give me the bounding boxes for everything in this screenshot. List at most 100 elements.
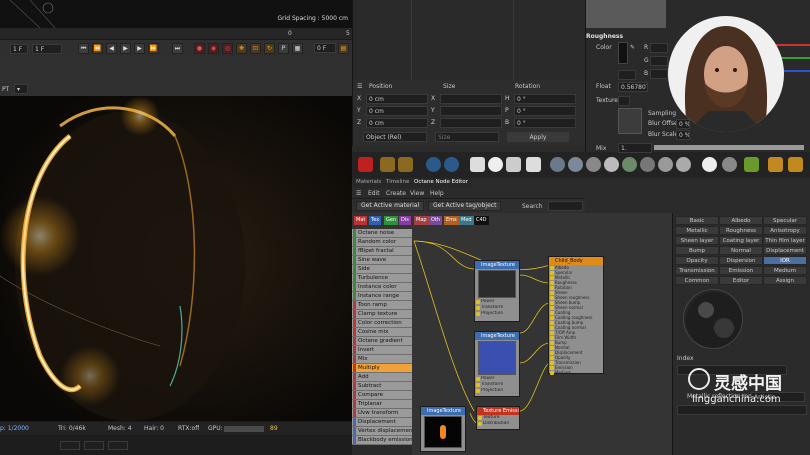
material-sphere-icon[interactable] <box>676 157 691 172</box>
material-node[interactable]: Child_Body Albedo Specular Metallic Roughne… <box>548 256 604 375</box>
timeline-ruler[interactable]: 0 5 <box>0 28 352 40</box>
category-tab-mat[interactable]: Mat <box>354 216 368 225</box>
channel-button[interactable]: Albedo <box>719 216 763 225</box>
blur-scale-field[interactable]: 0 % <box>676 130 690 140</box>
scatter-icon[interactable] <box>744 157 759 172</box>
palette-item[interactable]: Subtract <box>352 382 412 391</box>
channel-button[interactable]: Basic <box>675 216 719 225</box>
g-value-field[interactable] <box>650 56 668 66</box>
area-light-icon[interactable] <box>470 157 485 172</box>
film-icon[interactable]: ▤ <box>338 43 349 54</box>
palette-item[interactable]: Octane noise <box>352 229 412 238</box>
fog-icon[interactable] <box>788 157 803 172</box>
mix-value-field[interactable]: 1. <box>618 143 652 153</box>
tab-node-editor[interactable]: Octane Node Editor <box>414 179 468 185</box>
step-forward-icon[interactable]: ▶ <box>134 43 145 54</box>
menu-help[interactable]: Help <box>430 190 444 197</box>
channel-button[interactable]: Metallic <box>675 226 719 235</box>
menu-icon[interactable]: ☰ <box>356 190 361 197</box>
param-key-icon[interactable]: P <box>278 43 289 54</box>
material-sphere-icon[interactable] <box>622 157 637 172</box>
palette-item[interactable]: Instance color <box>352 283 412 292</box>
palette-item[interactable]: Sine wave <box>352 256 412 265</box>
channel-button[interactable]: Emission <box>719 266 763 275</box>
menu-edit[interactable]: Edit <box>368 190 380 197</box>
palette-item[interactable]: Clamp texture <box>352 310 412 319</box>
position-y-field[interactable]: 0 cm <box>366 105 428 116</box>
half-sphere-icon[interactable] <box>426 157 441 172</box>
spot-light-icon[interactable] <box>506 157 521 172</box>
channel-button[interactable]: Opacity <box>675 256 719 265</box>
mix-slider[interactable] <box>654 145 804 150</box>
material-sphere-icon[interactable] <box>586 157 601 172</box>
color-mode-dropdown[interactable] <box>618 70 636 80</box>
float-value-field[interactable]: 0.567807 <box>618 82 648 92</box>
channel-button[interactable]: Normal <box>719 246 763 255</box>
menu-view[interactable]: View <box>410 190 424 197</box>
top-viewport[interactable]: Grid Spacing : 5000 cm <box>0 0 352 28</box>
category-tab-ems[interactable]: Ems <box>444 216 459 225</box>
frame-start-field[interactable]: 1 F <box>10 44 28 54</box>
step-back-icon[interactable]: ◀ <box>106 43 117 54</box>
palette-item[interactable]: Triplanar <box>352 400 412 409</box>
palette-item[interactable]: Random color <box>352 238 412 247</box>
channel-button[interactable]: Coating layer <box>719 236 763 245</box>
half-sphere-icon[interactable] <box>444 157 459 172</box>
palette-item[interactable]: Turbulence <box>352 274 412 283</box>
tab-timeline[interactable]: Timeline <box>386 179 409 185</box>
go-start-icon[interactable]: ⏮ <box>78 43 89 54</box>
search-input[interactable] <box>548 201 583 211</box>
channel-button[interactable]: Roughness <box>719 226 763 235</box>
palette-item[interactable]: Displacement <box>352 418 412 427</box>
palette-item[interactable]: Mix <box>352 355 412 364</box>
palette-item[interactable]: fBipet fractal <box>352 247 412 256</box>
channel-button[interactable]: IOR <box>763 256 807 265</box>
channel-button[interactable]: Editor <box>719 276 763 285</box>
texture-emission-node[interactable]: Texture Emissi Texture Distribution <box>476 406 520 430</box>
material-sphere-icon[interactable] <box>550 157 565 172</box>
bottom-field[interactable] <box>60 441 80 450</box>
material-sphere-icon[interactable] <box>658 157 673 172</box>
pla-key-icon[interactable]: ▦ <box>292 43 303 54</box>
material-sphere-icon[interactable] <box>640 157 655 172</box>
size-y-field[interactable] <box>440 105 502 116</box>
coord-mode-dropdown[interactable]: Object (Rel) <box>363 131 427 142</box>
category-tab-gen[interactable]: Gen <box>384 216 399 225</box>
texture-thumbnail[interactable] <box>618 108 642 134</box>
frame-current-field[interactable]: 1 F <box>32 44 62 54</box>
material-sphere-icon[interactable] <box>722 157 737 172</box>
palette-item[interactable]: Toon ramp <box>352 301 412 310</box>
bottom-field[interactable] <box>84 441 104 450</box>
palette-item[interactable]: Side <box>352 265 412 274</box>
rotate-key-icon[interactable]: ↻ <box>264 43 275 54</box>
render-icon[interactable] <box>358 157 373 172</box>
get-active-material-button[interactable]: Get Active material <box>356 201 425 211</box>
channel-button[interactable]: Thin film layer <box>763 236 807 245</box>
palette-item[interactable]: Invert <box>352 346 412 355</box>
ies-light-icon[interactable] <box>526 157 541 172</box>
channel-button[interactable]: Specular <box>763 216 807 225</box>
play-icon[interactable]: ▶ <box>120 43 131 54</box>
sun-icon[interactable] <box>398 157 413 172</box>
view-mode-dropdown[interactable]: ▾ <box>14 84 28 94</box>
r-value-field[interactable] <box>650 43 668 53</box>
color-swatch[interactable] <box>618 42 628 64</box>
palette-item[interactable]: Multiply <box>352 364 412 373</box>
palette-item[interactable]: Octane gradient <box>352 337 412 346</box>
palette-item[interactable]: Uvw transform <box>352 409 412 418</box>
render-viewport[interactable] <box>0 96 352 421</box>
node-pin[interactable]: Distribution <box>477 421 519 427</box>
sun-icon[interactable] <box>380 157 395 172</box>
channel-button[interactable]: Displacement <box>763 246 807 255</box>
channel-button[interactable]: Assign <box>763 276 807 285</box>
channel-button[interactable]: Dispersion <box>719 256 763 265</box>
material-sphere-icon[interactable] <box>604 157 619 172</box>
palette-item[interactable]: Color correction <box>352 319 412 328</box>
category-tab-map[interactable]: Map <box>414 216 429 225</box>
image-texture-node[interactable]: ImageTexture Power Transform Projection <box>474 260 520 322</box>
menu-create[interactable]: Create <box>386 190 406 197</box>
channel-button[interactable]: Transmission <box>675 266 719 275</box>
material-pin[interactable]: Medium <box>549 370 603 375</box>
palette-item[interactable]: Vertex displacement <box>352 427 412 436</box>
size-x-field[interactable] <box>440 93 502 104</box>
